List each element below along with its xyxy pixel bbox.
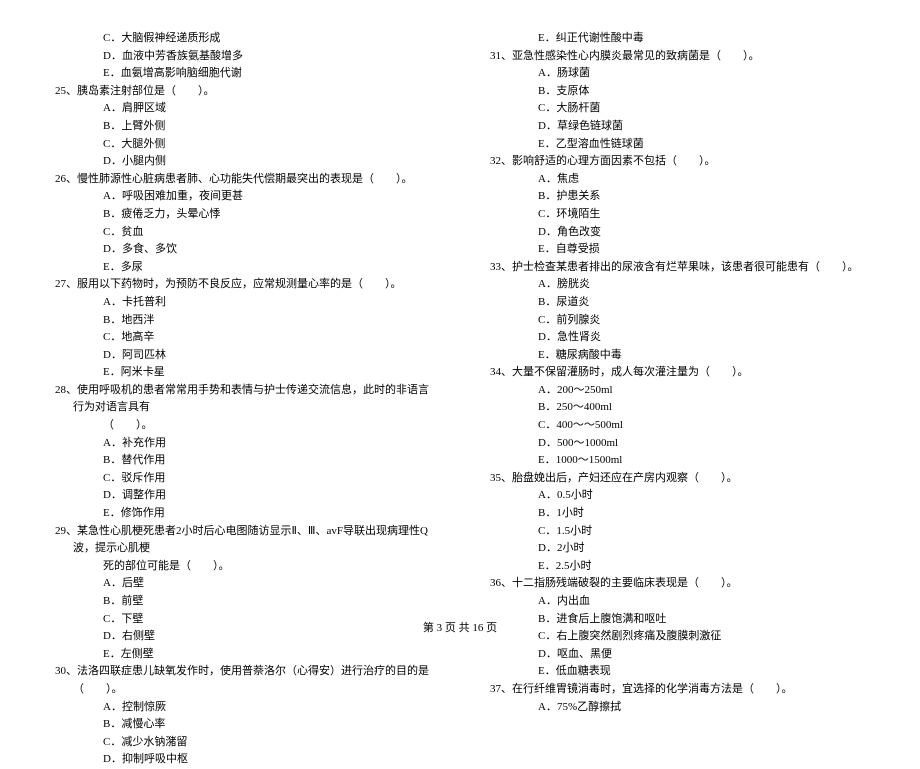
option: C．环境陌生 [490,206,865,224]
page-footer: 第 3 页 共 16 页 [0,620,920,638]
option: C．大腿外侧 [55,136,430,154]
option: D．抑制呼吸中枢 [55,751,430,769]
option: E．乙型溶血性链球菌 [490,136,865,154]
option: E．血氨增高影响脑细胞代谢 [55,65,430,83]
option: E．修饰作用 [55,505,430,523]
left-column: C．大脑假神经递质形成 D．血液中芳香族氨基酸增多 E．血氨增高影响脑细胞代谢 … [55,30,430,769]
option: D．小腿内侧 [55,153,430,171]
option: D．2小时 [490,540,865,558]
option: D．500～1000ml [490,435,865,453]
option: A．控制惊厥 [55,699,430,717]
option: B．250～400ml [490,399,865,417]
option: E．多尿 [55,259,430,277]
option: C．1.5小时 [490,523,865,541]
option: A．后壁 [55,575,430,593]
option: B．1小时 [490,505,865,523]
option: C．400～～500ml [490,417,865,435]
option: B．尿道炎 [490,294,865,312]
question-34: 34、大量不保留灌肠时，成人每次灌注量为（ ）。 [490,364,865,382]
question-30: 30、法洛四联症患儿缺氧发作时，使用普萘洛尔（心得安）进行治疗的目的是（ ）。 [55,663,430,698]
option: B．疲倦乏力，头晕心悸 [55,206,430,224]
option: E．左侧壁 [55,646,430,664]
option: A．内出血 [490,593,865,611]
question-28: 28、使用呼吸机的患者常常用手势和表情与护士传递交流信息，此时的非语言行为对语言… [55,382,430,417]
option: B．地西泮 [55,312,430,330]
option: C．减少水钠潴留 [55,734,430,752]
option: A．膀胱炎 [490,276,865,294]
option: D．阿司匹林 [55,347,430,365]
option: A．焦虑 [490,171,865,189]
option: D．角色改变 [490,224,865,242]
option: A．75%乙醇擦拭 [490,699,865,717]
question-27: 27、服用以下药物时，为预防不良反应，应常规测量心率的是（ ）。 [55,276,430,294]
option: B．替代作用 [55,452,430,470]
option: B．护患关系 [490,188,865,206]
question-36: 36、十二指肠残端破裂的主要临床表现是（ ）。 [490,575,865,593]
question-29-sub: 死的部位可能是（ ）。 [55,558,430,576]
option: C．驳斥作用 [55,470,430,488]
option: B．上臂外侧 [55,118,430,136]
option: A．肠球菌 [490,65,865,83]
question-32: 32、影响舒适的心理方面因素不包括（ ）。 [490,153,865,171]
option: A．0.5小时 [490,487,865,505]
right-column: E．纠正代谢性酸中毒 31、亚急性感染性心内膜炎最常见的致病菌是（ ）。 A．肠… [490,30,865,769]
option: A．肩胛区域 [55,100,430,118]
question-33: 33、护士检查某患者排出的尿液含有烂苹果味，该患者很可能患有（ ）。 [490,259,865,277]
option: A．呼吸困难加重，夜间更甚 [55,188,430,206]
option: C．前列腺炎 [490,312,865,330]
option: D．急性肾炎 [490,329,865,347]
question-25: 25、胰岛素注射部位是（ ）。 [55,83,430,101]
option: C．贫血 [55,224,430,242]
question-26: 26、慢性肺源性心脏病患者肺、心功能失代偿期最突出的表现是（ ）。 [55,171,430,189]
option: B．减慢心率 [55,716,430,734]
option: D．调整作用 [55,487,430,505]
question-37: 37、在行纤维胃镜消毒时，宜选择的化学消毒方法是（ ）。 [490,681,865,699]
option: D．草绿色链球菌 [490,118,865,136]
option: E．纠正代谢性酸中毒 [490,30,865,48]
option: D．呕血、黑便 [490,646,865,664]
option: A．补充作用 [55,435,430,453]
option: E．阿米卡星 [55,364,430,382]
option: D．多食、多饮 [55,241,430,259]
option: C．地高辛 [55,329,430,347]
option: E．糖尿病酸中毒 [490,347,865,365]
option: A．200～250ml [490,382,865,400]
option: E．1000～1500ml [490,452,865,470]
option: B．支原体 [490,83,865,101]
question-28-sub: （ ）。 [55,417,430,435]
question-29: 29、某急性心肌梗死患者2小时后心电图随访显示Ⅱ、Ⅲ、avF导联出现病理性Q波，… [55,523,430,558]
option: B．前壁 [55,593,430,611]
option: C．大脑假神经递质形成 [55,30,430,48]
option: A．卡托普利 [55,294,430,312]
option: E．2.5小时 [490,558,865,576]
question-35: 35、胎盘娩出后，产妇还应在产房内观察（ ）。 [490,470,865,488]
option: E．低血糖表现 [490,663,865,681]
option: E．自尊受损 [490,241,865,259]
question-31: 31、亚急性感染性心内膜炎最常见的致病菌是（ ）。 [490,48,865,66]
option: C．大肠杆菌 [490,100,865,118]
option: D．血液中芳香族氨基酸增多 [55,48,430,66]
